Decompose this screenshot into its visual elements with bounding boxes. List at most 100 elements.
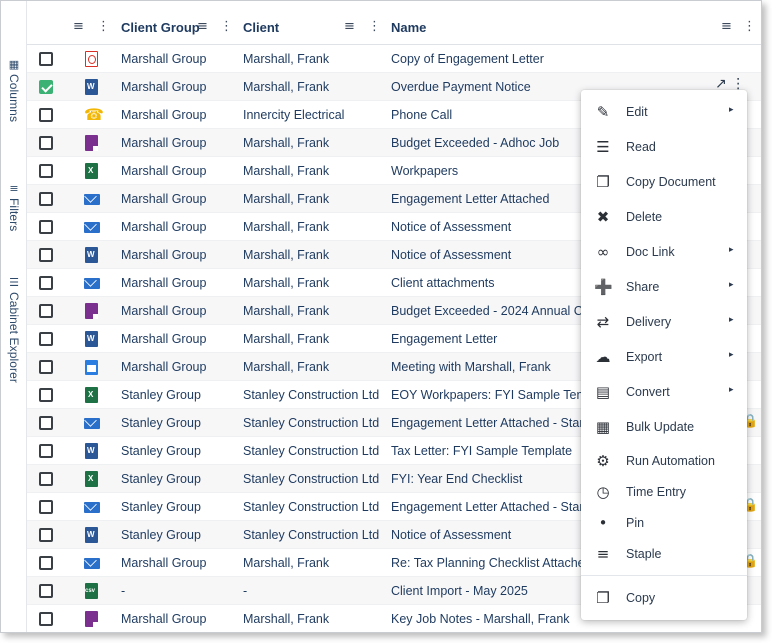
name-cell[interactable]: Engagement Letter Attached - Stan bbox=[391, 416, 586, 430]
menu-item-doc-link[interactable]: ∞ Doc Link ▸ bbox=[581, 237, 747, 267]
grid-header: ≡ ⋮ Client Group ≡ ⋮ Client ≡ ⋮ Name ≡ ⋮ bbox=[27, 11, 761, 45]
chevron-right-icon: ▸ bbox=[729, 280, 734, 290]
row-checkbox[interactable] bbox=[39, 472, 53, 486]
row-checkbox[interactable] bbox=[39, 52, 53, 66]
column-menu-icon[interactable]: ⋮ bbox=[97, 19, 110, 34]
filter-icon[interactable]: ≡ bbox=[344, 19, 355, 34]
menu-item-read[interactable]: ☰ Read bbox=[581, 132, 747, 162]
chevron-right-icon: ▸ bbox=[729, 105, 734, 115]
column-header-name[interactable]: Name bbox=[391, 20, 426, 35]
menu-item-export[interactable]: ☁ Export ▸ bbox=[581, 342, 747, 372]
table-row[interactable]: Marshall Group Marshall, Frank Copy of Eng… bbox=[27, 45, 761, 73]
name-cell[interactable]: Notice of Assessment bbox=[391, 528, 511, 542]
menu-item-label: Pin bbox=[626, 516, 645, 530]
filters-tab[interactable]: ≡ Filters bbox=[5, 183, 23, 232]
row-checkbox[interactable] bbox=[39, 220, 53, 234]
row-checkbox[interactable] bbox=[39, 444, 53, 458]
menu-item-label: Read bbox=[626, 140, 656, 154]
client-cell: Marshall, Frank bbox=[243, 192, 330, 206]
filter-icon[interactable]: ≡ bbox=[197, 19, 208, 34]
menu-item-staple[interactable]: ≡ Staple bbox=[581, 539, 747, 569]
name-cell[interactable]: Engagement Letter bbox=[391, 332, 497, 346]
note-file-icon bbox=[85, 135, 98, 151]
name-cell[interactable]: Meeting with Marshall, Frank bbox=[391, 360, 551, 374]
pdf-convert-icon: ▤ bbox=[595, 383, 611, 401]
menu-item-run-automation[interactable]: ⚙ Run Automation bbox=[581, 446, 747, 476]
name-cell[interactable]: Re: Tax Planning Checklist Attached bbox=[391, 556, 592, 570]
client-cell: Marshall, Frank bbox=[243, 360, 330, 374]
cal-file-icon bbox=[85, 360, 98, 375]
menu-item-convert[interactable]: ▤ Convert ▸ bbox=[581, 377, 747, 407]
menu-item-pin[interactable]: • Pin bbox=[581, 508, 747, 538]
row-checkbox[interactable] bbox=[39, 164, 53, 178]
delete-icon: ✖ bbox=[596, 208, 610, 226]
name-cell[interactable]: Client Import - May 2025 bbox=[391, 584, 528, 598]
column-menu-icon[interactable]: ⋮ bbox=[368, 19, 381, 34]
menu-item-copy-document[interactable]: ❐ Copy Document bbox=[581, 167, 747, 197]
side-rail: ▦ Columns ≡ Filters ☰ Cabinet Explorer bbox=[1, 1, 27, 632]
name-cell[interactable]: Budget Exceeded - Adhoc Job bbox=[391, 136, 559, 150]
name-cell[interactable]: Key Job Notes - Marshall, Frank bbox=[391, 612, 570, 626]
client-cell: Marshall, Frank bbox=[243, 612, 330, 626]
filter-icon[interactable]: ≡ bbox=[73, 19, 84, 34]
menu-item-label: Time Entry bbox=[626, 485, 686, 499]
column-header-client-group[interactable]: Client Group bbox=[121, 20, 200, 35]
name-cell[interactable]: FYI: Year End Checklist bbox=[391, 472, 522, 486]
name-cell[interactable]: Copy of Engagement Letter bbox=[391, 52, 544, 66]
name-cell[interactable]: Workpapers bbox=[391, 164, 458, 178]
client-group-cell: Marshall Group bbox=[121, 164, 207, 178]
name-cell[interactable]: Tax Letter: FYI Sample Template bbox=[391, 444, 572, 458]
mail-file-icon bbox=[84, 418, 100, 429]
mail-file-icon bbox=[84, 502, 100, 513]
row-checkbox[interactable] bbox=[39, 584, 53, 598]
client-group-cell: Marshall Group bbox=[121, 332, 207, 346]
menu-item-label: Run Automation bbox=[626, 454, 715, 468]
link-icon: ∞ bbox=[596, 243, 610, 261]
name-cell[interactable]: Budget Exceeded - 2024 Annual Co bbox=[391, 304, 590, 318]
menu-item-bulk-update[interactable]: ▦ Bulk Update bbox=[581, 412, 747, 442]
row-checkbox[interactable] bbox=[39, 332, 53, 346]
columns-tab[interactable]: ▦ Columns bbox=[5, 59, 23, 123]
name-cell[interactable]: EOY Workpapers: FYI Sample Temp bbox=[391, 388, 594, 402]
column-header-client[interactable]: Client bbox=[243, 20, 279, 35]
row-checkbox[interactable] bbox=[39, 416, 53, 430]
row-checkbox[interactable] bbox=[39, 248, 53, 262]
cabinet-explorer-tab-label: Cabinet Explorer bbox=[7, 292, 21, 383]
menu-item-share[interactable]: ➕ Share ▸ bbox=[581, 272, 747, 302]
client-group-cell: Marshall Group bbox=[121, 304, 207, 318]
row-checkbox[interactable] bbox=[39, 80, 53, 94]
menu-item-time-entry[interactable]: ◷ Time Entry bbox=[581, 477, 747, 507]
row-checkbox[interactable] bbox=[39, 528, 53, 542]
menu-item-edit[interactable]: ✎ Edit ▸ bbox=[581, 97, 747, 127]
row-checkbox[interactable] bbox=[39, 500, 53, 514]
row-checkbox[interactable] bbox=[39, 108, 53, 122]
row-checkbox[interactable] bbox=[39, 612, 53, 626]
cabinet-explorer-tab[interactable]: ☰ Cabinet Explorer bbox=[5, 277, 23, 383]
column-menu-icon[interactable]: ⋮ bbox=[743, 19, 756, 34]
name-cell[interactable]: Notice of Assessment bbox=[391, 220, 511, 234]
client-cell: Marshall, Frank bbox=[243, 136, 330, 150]
client-cell: Stanley Construction Ltd bbox=[243, 528, 380, 542]
name-cell[interactable]: Engagement Letter Attached bbox=[391, 192, 549, 206]
name-cell[interactable]: Client attachments bbox=[391, 276, 495, 290]
excel-file-icon bbox=[85, 387, 98, 403]
row-checkbox[interactable] bbox=[39, 136, 53, 150]
row-checkbox[interactable] bbox=[39, 304, 53, 318]
filter-icon[interactable]: ≡ bbox=[721, 19, 732, 34]
menu-item-delete[interactable]: ✖ Delete bbox=[581, 202, 747, 232]
name-cell[interactable]: Notice of Assessment bbox=[391, 248, 511, 262]
menu-item-copy[interactable]: ❐ Copy bbox=[581, 583, 747, 613]
name-cell[interactable]: Overdue Payment Notice bbox=[391, 80, 531, 94]
row-checkbox[interactable] bbox=[39, 388, 53, 402]
column-menu-icon[interactable]: ⋮ bbox=[220, 19, 233, 34]
client-group-cell: - bbox=[121, 584, 126, 598]
menu-item-delivery[interactable]: ⇄ Delivery ▸ bbox=[581, 307, 747, 337]
row-checkbox[interactable] bbox=[39, 192, 53, 206]
menu-item-label: Edit bbox=[626, 105, 648, 119]
row-checkbox[interactable] bbox=[39, 556, 53, 570]
name-cell[interactable]: Phone Call bbox=[391, 108, 452, 122]
row-checkbox[interactable] bbox=[39, 276, 53, 290]
client-group-cell: Stanley Group bbox=[121, 500, 201, 514]
name-cell[interactable]: Engagement Letter Attached - Stan bbox=[391, 500, 586, 514]
row-checkbox[interactable] bbox=[39, 360, 53, 374]
